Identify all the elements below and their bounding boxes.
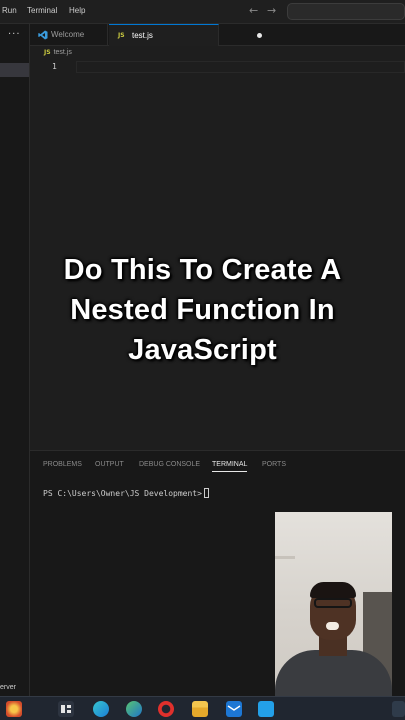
forward-arrow-icon[interactable]: → bbox=[267, 4, 276, 17]
app-icon[interactable] bbox=[6, 701, 22, 717]
cam-person-hair bbox=[310, 582, 356, 598]
mail-icon[interactable] bbox=[226, 701, 242, 717]
tab-test-js[interactable]: JS test.js bbox=[109, 24, 262, 46]
breadcrumb[interactable]: JS test.js bbox=[44, 49, 72, 56]
menu-run[interactable]: Run bbox=[2, 6, 17, 15]
js-file-icon: JS bbox=[118, 32, 125, 39]
opera-icon[interactable] bbox=[158, 701, 174, 717]
windows-taskbar bbox=[0, 696, 405, 720]
cam-person-mouth bbox=[326, 622, 339, 630]
edge-icon[interactable] bbox=[93, 701, 109, 717]
status-bar-text[interactable]: erver bbox=[0, 684, 16, 691]
tab-output[interactable]: OUTPUT bbox=[95, 461, 124, 468]
command-center-search[interactable] bbox=[287, 3, 405, 20]
tab-welcome-label: Welcome bbox=[51, 30, 85, 39]
cam-person-body bbox=[275, 650, 392, 696]
terminal-prompt-text: PS C:\Users\Owner\JS Development> bbox=[43, 489, 202, 498]
task-view-icon[interactable] bbox=[58, 701, 74, 717]
tab-problems[interactable]: PROBLEMS bbox=[43, 461, 82, 468]
explorer-selected-item[interactable] bbox=[0, 63, 29, 77]
tab-terminal[interactable]: TERMINAL bbox=[212, 461, 248, 472]
terminal-prompt[interactable]: PS C:\Users\Owner\JS Development> bbox=[43, 488, 209, 498]
tab-debug-console[interactable]: DEBUG CONSOLE bbox=[139, 461, 200, 468]
breadcrumb-file: test.js bbox=[53, 49, 72, 56]
webcam-overlay bbox=[275, 512, 392, 696]
js-file-icon: JS bbox=[44, 49, 51, 56]
unsaved-dot-icon[interactable] bbox=[257, 33, 262, 38]
vscode-icon bbox=[38, 30, 48, 40]
title-bar: Run Terminal Help ← → bbox=[0, 0, 405, 24]
file-explorer-icon[interactable] bbox=[192, 701, 208, 717]
tab-welcome[interactable]: Welcome bbox=[30, 24, 108, 46]
status-bar: erver bbox=[0, 684, 30, 696]
menu-help[interactable]: Help bbox=[69, 6, 85, 15]
cam-person-glasses bbox=[314, 598, 352, 608]
terminal-cursor bbox=[203, 488, 209, 498]
line-number: 1 bbox=[52, 62, 57, 71]
current-line-highlight[interactable] bbox=[76, 61, 405, 73]
edge-dev-icon[interactable] bbox=[126, 701, 142, 717]
more-actions-icon[interactable]: ··· bbox=[8, 29, 21, 40]
tab-test-js-label: test.js bbox=[132, 31, 153, 40]
back-arrow-icon[interactable]: ← bbox=[249, 4, 258, 17]
vscode-taskbar-icon[interactable] bbox=[258, 701, 274, 717]
menu-terminal[interactable]: Terminal bbox=[27, 6, 57, 15]
editor-tab-bar: Welcome JS test.js bbox=[30, 24, 405, 46]
cam-door-frame bbox=[275, 556, 295, 559]
tab-ports[interactable]: PORTS bbox=[262, 461, 286, 468]
video-caption: Do This To Create A Nested Function In J… bbox=[63, 254, 342, 366]
taskbar-overflow-icon[interactable] bbox=[392, 701, 405, 717]
